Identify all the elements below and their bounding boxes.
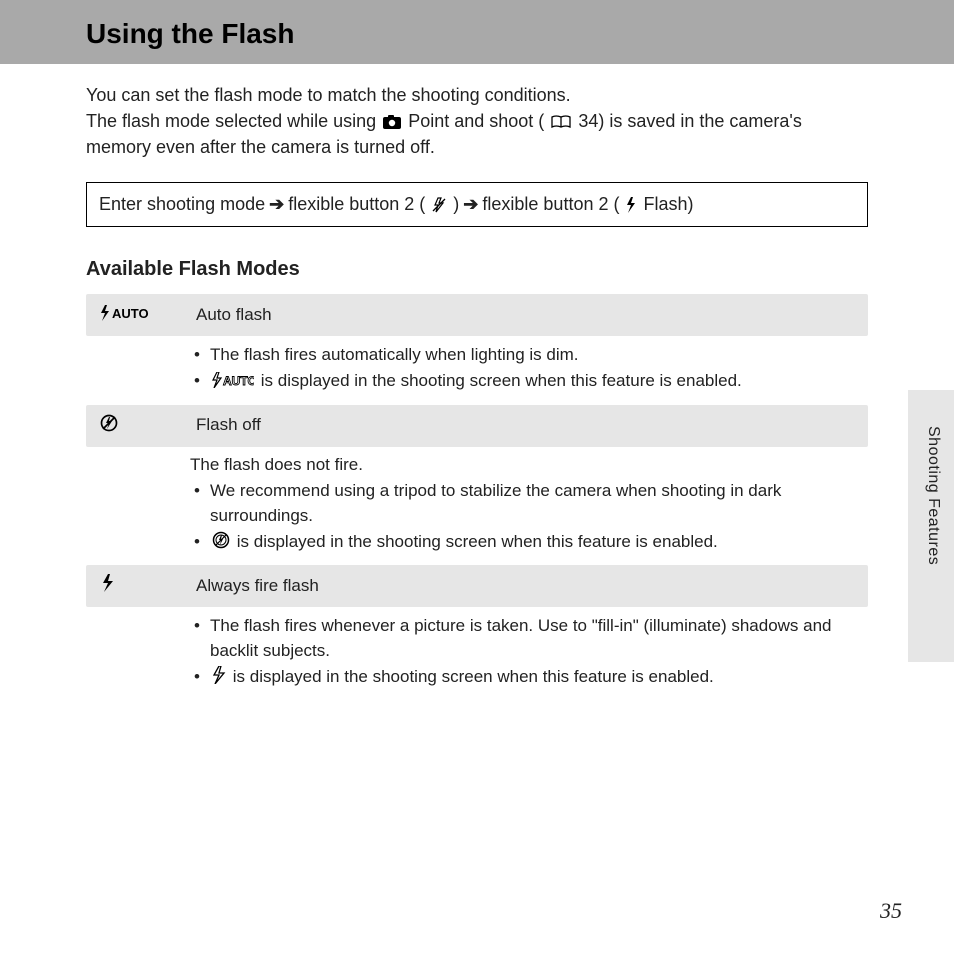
mode-name: Flash off bbox=[196, 413, 261, 438]
flash-always-icon bbox=[100, 573, 160, 599]
mode-header: AUTO Auto flash bbox=[86, 294, 868, 336]
mode-bullet: We recommend using a tripod to stabilize… bbox=[190, 479, 854, 528]
page-number: 35 bbox=[880, 898, 902, 924]
mode-description: The flash fires whenever a picture is ta… bbox=[86, 607, 868, 700]
mode-description: The flash does not fire. We recommend us… bbox=[86, 447, 868, 566]
mode-bullet: is displayed in the shooting screen when… bbox=[190, 665, 854, 690]
mode-name: Auto flash bbox=[196, 303, 272, 328]
arrow-icon: ➔ bbox=[269, 191, 284, 218]
mode-name: Always fire flash bbox=[196, 574, 319, 599]
title-band: Using the Flash bbox=[0, 0, 954, 64]
arrow-icon: ➔ bbox=[463, 191, 478, 218]
mode-lead: The flash does not fire. bbox=[190, 453, 854, 478]
mode-bullet: AUTO is displayed in the shooting screen… bbox=[190, 369, 854, 394]
svg-text:AUTO: AUTO bbox=[112, 306, 149, 321]
intro-line2b: Point and shoot ( bbox=[408, 111, 544, 131]
book-icon bbox=[551, 115, 571, 129]
nav-step2b: ) bbox=[453, 191, 459, 218]
flash-auto-outline-icon: AUTO bbox=[212, 372, 254, 388]
mode-bullet: The flash fires automatically when light… bbox=[190, 343, 854, 368]
nav-step3b: Flash) bbox=[643, 191, 693, 218]
flash-mode-off: Flash off The flash does not fire. We re… bbox=[86, 405, 868, 566]
flash-off-icon bbox=[100, 413, 160, 439]
flash-mode-auto: AUTO Auto flash The flash fires automati… bbox=[86, 294, 868, 404]
nav-step2: flexible button 2 ( bbox=[288, 191, 425, 218]
section-label: Shooting Features bbox=[924, 426, 942, 565]
svg-text:AUTO: AUTO bbox=[223, 374, 254, 388]
mode-description: The flash fires automatically when light… bbox=[86, 336, 868, 404]
mode-bullet: The flash fires whenever a picture is ta… bbox=[190, 614, 854, 663]
flash-off-circle-icon bbox=[212, 531, 230, 549]
intro-line1: You can set the flash mode to match the … bbox=[86, 85, 571, 105]
flash-mode-always: Always fire flash The flash fires whenev… bbox=[86, 565, 868, 700]
flash-icon bbox=[625, 197, 637, 213]
nav-step3: flexible button 2 ( bbox=[482, 191, 619, 218]
page-title: Using the Flash bbox=[86, 18, 954, 50]
mode-header: Always fire flash bbox=[86, 565, 868, 607]
flash-slash-icon bbox=[431, 197, 447, 213]
intro-paragraph: You can set the flash mode to match the … bbox=[86, 82, 868, 160]
mode-header: Flash off bbox=[86, 405, 868, 447]
camera-icon bbox=[383, 115, 401, 129]
nav-step1: Enter shooting mode bbox=[99, 191, 265, 218]
subheading: Available Flash Modes bbox=[86, 255, 868, 284]
flash-outline-icon bbox=[212, 666, 226, 684]
flash-auto-icon: AUTO bbox=[100, 302, 160, 328]
navigation-box: Enter shooting mode ➔ flexible button 2 … bbox=[86, 182, 868, 227]
mode-bullet: is displayed in the shooting screen when… bbox=[190, 530, 854, 555]
content-area: You can set the flash mode to match the … bbox=[0, 64, 954, 700]
intro-line2a: The flash mode selected while using bbox=[86, 111, 381, 131]
